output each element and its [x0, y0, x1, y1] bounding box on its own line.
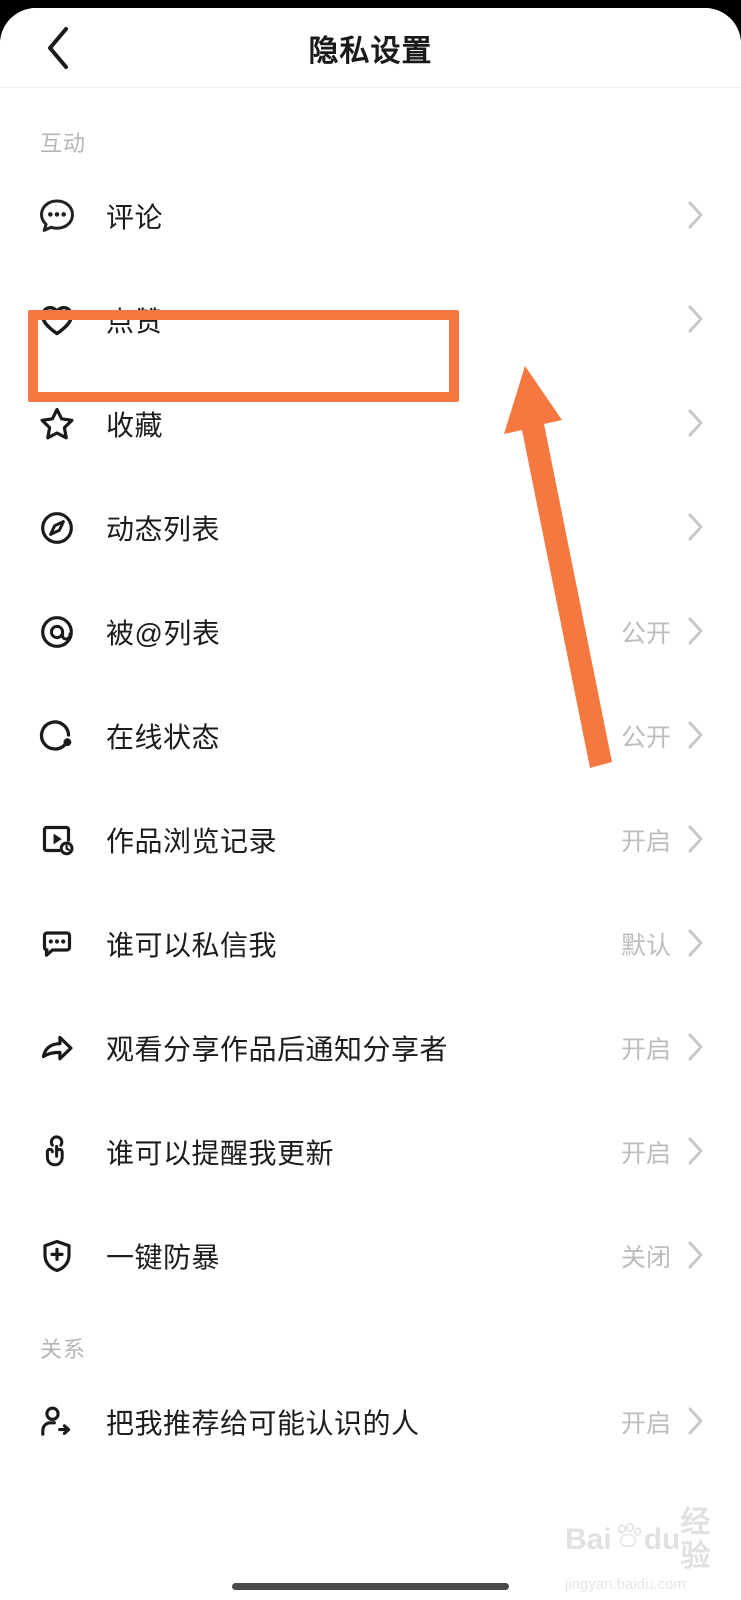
list-item-label: 在线状态 [106, 722, 221, 753]
settings-list: 互动 评论 点赞 收藏 动态列表 被@列表 公开 在线状态 公开 作品浏览记录 … [0, 88, 741, 1474]
chevron-right-icon [685, 1239, 707, 1273]
chevron-right-icon [685, 1405, 707, 1439]
list-item-value: 关闭 [620, 1244, 671, 1272]
shield-plus-icon [30, 1229, 84, 1283]
app-panel: 隐私设置 互动 评论 点赞 收藏 动态列表 被@列表 公开 在线状态 公开 作品… [0, 8, 741, 1600]
list-item-label: 把我推荐给可能认识的人 [106, 1408, 420, 1439]
play-history-icon [30, 813, 84, 867]
comment-icon [30, 189, 84, 243]
list-item-value: 开启 [620, 1140, 671, 1168]
list-item-remind-update[interactable]: 谁可以提醒我更新 开启 [0, 1100, 741, 1204]
list-item-label: 谁可以私信我 [106, 930, 278, 961]
heart-icon [30, 293, 84, 347]
list-item-comment[interactable]: 评论 [0, 164, 741, 268]
home-indicator[interactable] [232, 1583, 509, 1590]
list-item-label: 动态列表 [106, 514, 221, 545]
chevron-right-icon [685, 511, 707, 545]
chevron-right-icon [685, 1031, 707, 1065]
list-item-view-history[interactable]: 作品浏览记录 开启 [0, 788, 741, 892]
chevron-right-icon [685, 407, 707, 441]
chevron-right-icon [685, 1135, 707, 1169]
list-item-label: 点赞 [106, 306, 164, 337]
person-add-icon [30, 1395, 84, 1449]
message-icon [30, 917, 84, 971]
list-item-favorites[interactable]: 收藏 [0, 372, 741, 476]
list-item-recommend-me[interactable]: 把我推荐给可能认识的人 开启 [0, 1370, 741, 1474]
list-item-value: 公开 [620, 724, 671, 752]
list-item-label: 评论 [106, 202, 164, 233]
list-item-value: 开启 [620, 828, 671, 856]
list-item-value: 公开 [620, 620, 671, 648]
chevron-right-icon [685, 615, 707, 649]
list-item-label: 谁可以提醒我更新 [106, 1138, 335, 1169]
list-item-notify-sharer[interactable]: 观看分享作品后通知分享者 开启 [0, 996, 741, 1100]
list-item-likes[interactable]: 点赞 [0, 268, 741, 372]
paw-icon [613, 1522, 643, 1557]
list-item-direct-message[interactable]: 谁可以私信我 默认 [0, 892, 741, 996]
list-item-value: 开启 [620, 1410, 671, 1438]
watermark-brand-left: Bai [565, 1523, 612, 1556]
list-item-activity-list[interactable]: 动态列表 [0, 476, 741, 580]
list-item-mentions[interactable]: 被@列表 公开 [0, 580, 741, 684]
list-item-label: 收藏 [106, 410, 164, 441]
list-item-value: 开启 [620, 1036, 671, 1064]
chevron-right-icon [685, 719, 707, 753]
at-mention-icon [30, 605, 84, 659]
chevron-right-icon [685, 823, 707, 857]
watermark-brand-suffix: 经验 [680, 1506, 711, 1573]
list-item-label: 作品浏览记录 [106, 826, 278, 857]
section-header-relationship: 关系 [40, 1337, 87, 1362]
section-header-interaction: 互动 [40, 131, 87, 156]
star-icon [30, 397, 84, 451]
list-item-label: 一键防暴 [106, 1242, 221, 1273]
list-item-label: 观看分享作品后通知分享者 [106, 1034, 449, 1065]
chevron-right-icon [685, 927, 707, 961]
chevron-right-icon [685, 303, 707, 337]
watermark: Bai du 经验 jingyan.baidu.com [565, 1506, 735, 1593]
tap-hand-icon [30, 1125, 84, 1179]
chevron-right-icon [685, 199, 707, 233]
online-status-icon [30, 709, 84, 763]
list-item-value: 默认 [620, 932, 671, 960]
share-arrow-icon [30, 1021, 84, 1075]
app-header: 隐私设置 [0, 8, 741, 88]
compass-icon [30, 501, 84, 555]
list-item-label: 被@列表 [106, 618, 221, 649]
page-title: 隐私设置 [308, 35, 433, 68]
watermark-url: jingyan.baidu.com [565, 1576, 686, 1593]
phone-screen: 隐私设置 互动 评论 点赞 收藏 动态列表 被@列表 公开 在线状态 公开 作品… [0, 0, 741, 1600]
list-item-online-status[interactable]: 在线状态 公开 [0, 684, 741, 788]
list-item-anti-abuse[interactable]: 一键防暴 关闭 [0, 1204, 741, 1308]
watermark-brand-right: du [643, 1523, 681, 1556]
